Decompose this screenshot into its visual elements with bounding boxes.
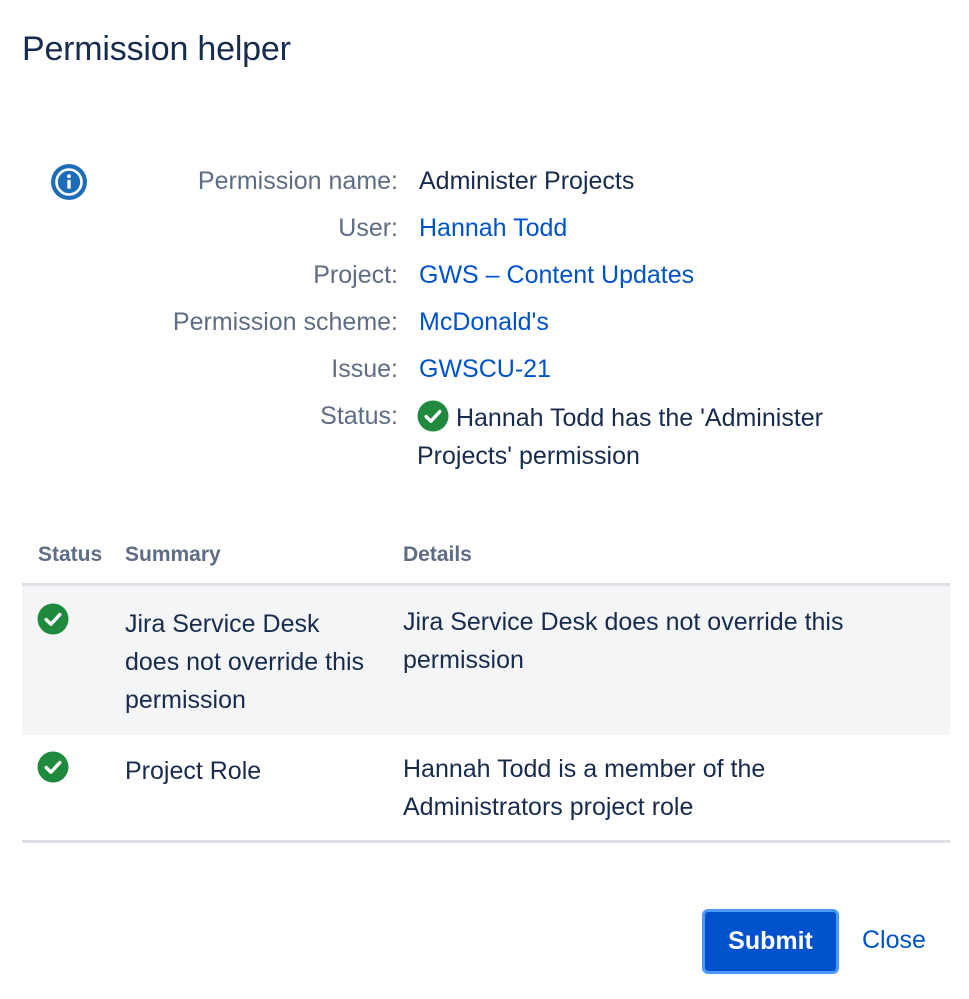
- status-value: Hannah Todd has the 'Administer Projects…: [417, 399, 887, 475]
- check-circle-icon: [37, 603, 69, 635]
- column-header-details: Details: [403, 543, 472, 566]
- permission-scheme-link[interactable]: McDonald's: [419, 308, 549, 336]
- permission-name-value: Administer Projects: [419, 167, 635, 195]
- project-link[interactable]: GWS – Content Updates: [419, 261, 694, 289]
- table-bottom-divider: [22, 840, 950, 843]
- close-link[interactable]: Close: [862, 926, 926, 955]
- issue-label: Issue:: [331, 355, 398, 383]
- row-summary: Project Role: [125, 757, 262, 785]
- row-details: Hannah Todd is a member of the Administr…: [403, 755, 766, 821]
- column-header-status: Status: [38, 543, 103, 566]
- user-label: User:: [338, 214, 398, 242]
- dialog-title: Permission helper: [22, 30, 291, 68]
- row-summary: Jira Service Desk does not override this…: [125, 610, 365, 714]
- permission-scheme-label: Permission scheme:: [172, 308, 398, 336]
- status-text: Hannah Todd has the 'Administer Projects…: [417, 404, 823, 470]
- check-circle-icon: [417, 400, 449, 432]
- status-label: Status:: [320, 402, 398, 430]
- user-link[interactable]: Hannah Todd: [419, 214, 567, 242]
- check-circle-icon: [37, 751, 69, 783]
- column-header-summary: Summary: [125, 543, 221, 566]
- permission-name-label: Permission name:: [197, 167, 398, 195]
- project-label: Project:: [313, 261, 398, 289]
- submit-button[interactable]: Submit: [702, 909, 839, 974]
- info-circle-icon: [50, 163, 88, 201]
- row-details: Jira Service Desk does not override this…: [403, 608, 844, 674]
- issue-link[interactable]: GWSCU-21: [419, 355, 551, 383]
